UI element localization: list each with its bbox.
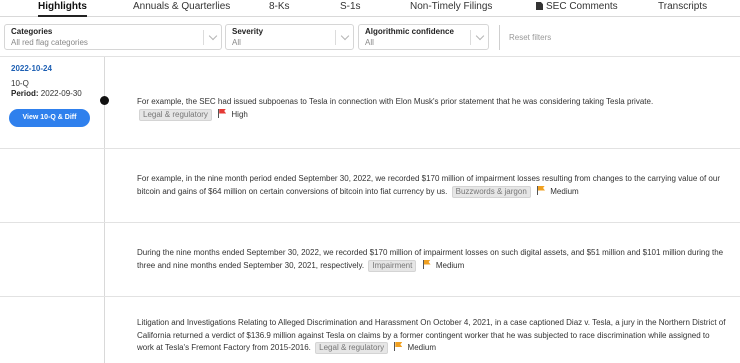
categories-value: All red flag categories	[11, 38, 88, 47]
filing-period: Period: 2022-09-30	[11, 89, 82, 98]
category-tag[interactable]: Legal & regulatory	[315, 342, 389, 354]
highlight-entry: For example, the SEC had issued subpoena…	[106, 57, 740, 148]
chevron-down-icon	[475, 31, 485, 41]
select-separator	[335, 30, 336, 45]
flag-icon	[422, 259, 431, 269]
severity-text: Medium	[407, 343, 436, 352]
tab-highlights[interactable]: Highlights	[38, 1, 87, 17]
tab-non-timely-filings[interactable]: Non-Timely Filings	[410, 1, 492, 13]
severity-value: All	[232, 38, 241, 47]
category-tag[interactable]: Buzzwords & jargon	[451, 185, 531, 198]
highlight-entry: For example, in the nine month period en…	[106, 149, 740, 222]
algorithmic-confidence-select[interactable]: Algorithmic confidence All	[358, 24, 489, 50]
severity-text: Medium	[550, 186, 579, 196]
confidence-label: Algorithmic confidence	[365, 27, 454, 36]
category-tag[interactable]: Impairment	[368, 259, 417, 272]
flag-icon	[537, 185, 546, 195]
categories-select[interactable]: Categories All red flag categories	[4, 24, 222, 50]
highlight-entry: During the nine months ended September 3…	[106, 223, 740, 296]
document-icon	[536, 2, 543, 10]
severity-text: High	[231, 109, 248, 119]
highlight-text-block: During the nine months ended September 3…	[137, 247, 727, 272]
category-tag[interactable]: Legal & regulatory	[139, 108, 212, 121]
filter-bar: Categories All red flag categories Sever…	[0, 21, 740, 55]
filter-divider	[499, 25, 500, 50]
highlight-text-block: For example, in the nine month period en…	[137, 173, 727, 198]
tab-bar: Highlights Annuals & Quarterlies 8-Ks S-…	[0, 0, 740, 17]
highlight-text: For example, in the nine month period en…	[137, 174, 720, 196]
tab-8-ks[interactable]: 8-Ks	[269, 1, 290, 13]
tab-s-1s[interactable]: S-1s	[340, 1, 361, 13]
severity-select[interactable]: Severity All	[225, 24, 354, 50]
tab-annuals-quarterlies[interactable]: Annuals & Quarterlies	[133, 1, 230, 13]
flag-icon	[394, 342, 403, 351]
highlight-text-block: Litigation and Investigations Relating t…	[137, 317, 727, 355]
highlight-text: For example, the SEC had issued subpoena…	[137, 97, 654, 106]
filing-form-type: 10-Q	[11, 79, 29, 88]
view-10q-diff-button[interactable]: View 10-Q & Diff	[9, 109, 90, 127]
chevron-down-icon	[340, 31, 350, 41]
filing-date: 2022-10-24	[11, 64, 52, 73]
period-label: Period:	[11, 89, 39, 98]
select-separator	[470, 30, 471, 45]
flag-icon	[218, 108, 227, 118]
chevron-down-icon	[208, 31, 218, 41]
severity-label: Severity	[232, 27, 264, 36]
highlight-text-block: For example, the SEC had issued subpoena…	[137, 96, 727, 121]
tab-sec-comments-label: SEC Comments	[546, 1, 618, 12]
confidence-value: All	[365, 38, 374, 47]
categories-label: Categories	[11, 27, 53, 36]
reset-filters-button[interactable]: Reset filters	[509, 33, 551, 42]
severity-text: Medium	[435, 260, 465, 270]
filing-summary: 2022-10-24 10-Q Period: 2022-09-30 View …	[0, 57, 105, 363]
period-value: 2022-09-30	[40, 89, 82, 98]
tab-transcripts[interactable]: Transcripts	[658, 1, 707, 13]
select-separator	[203, 30, 204, 45]
highlight-entry: Litigation and Investigations Relating t…	[106, 297, 740, 363]
tab-sec-comments[interactable]: SEC Comments	[536, 1, 618, 13]
